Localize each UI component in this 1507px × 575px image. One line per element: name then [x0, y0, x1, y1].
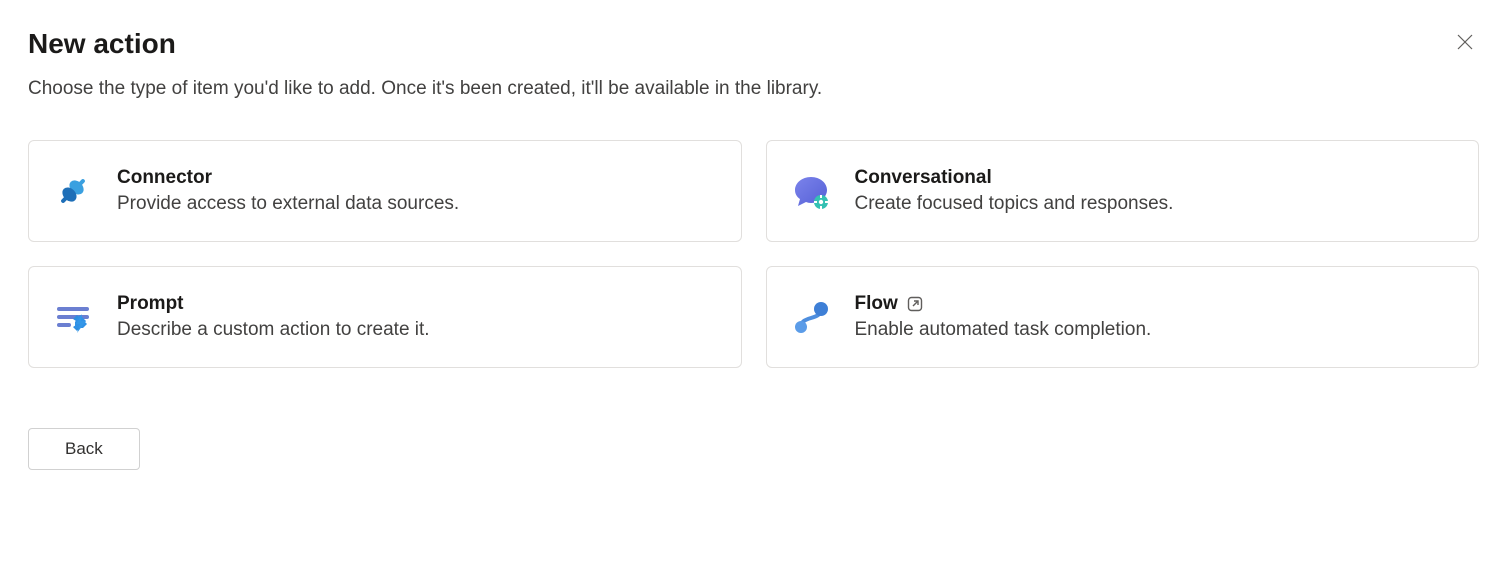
close-icon — [1455, 32, 1475, 57]
close-button[interactable] — [1451, 28, 1479, 61]
card-prompt[interactable]: Prompt Describe a custom action to creat… — [28, 266, 742, 368]
page-title: New action — [28, 28, 176, 60]
card-flow[interactable]: Flow Enable automated task completion. — [766, 266, 1480, 368]
card-title: Connector — [117, 167, 212, 189]
card-text: Prompt Describe a custom action to creat… — [117, 293, 430, 341]
back-button[interactable]: Back — [28, 428, 140, 470]
card-desc: Provide access to external data sources. — [117, 193, 459, 215]
conversational-icon — [791, 171, 831, 211]
external-link-icon — [906, 295, 924, 313]
connector-icon — [53, 171, 93, 211]
card-desc: Enable automated task completion. — [855, 319, 1152, 341]
prompt-icon — [53, 297, 93, 337]
card-text: Connector Provide access to external dat… — [117, 167, 459, 215]
card-title: Flow — [855, 293, 898, 315]
flow-icon — [791, 297, 831, 337]
action-type-grid: Connector Provide access to external dat… — [28, 140, 1479, 368]
card-title: Prompt — [117, 293, 184, 315]
dialog-footer: Back — [28, 428, 1479, 470]
card-desc: Describe a custom action to create it. — [117, 319, 430, 341]
card-title: Conversational — [855, 167, 992, 189]
card-text: Conversational Create focused topics and… — [855, 167, 1174, 215]
card-text: Flow Enable automated task completion. — [855, 293, 1152, 341]
card-conversational[interactable]: Conversational Create focused topics and… — [766, 140, 1480, 242]
card-desc: Create focused topics and responses. — [855, 193, 1174, 215]
page-subtitle: Choose the type of item you'd like to ad… — [28, 78, 1479, 100]
card-connector[interactable]: Connector Provide access to external dat… — [28, 140, 742, 242]
